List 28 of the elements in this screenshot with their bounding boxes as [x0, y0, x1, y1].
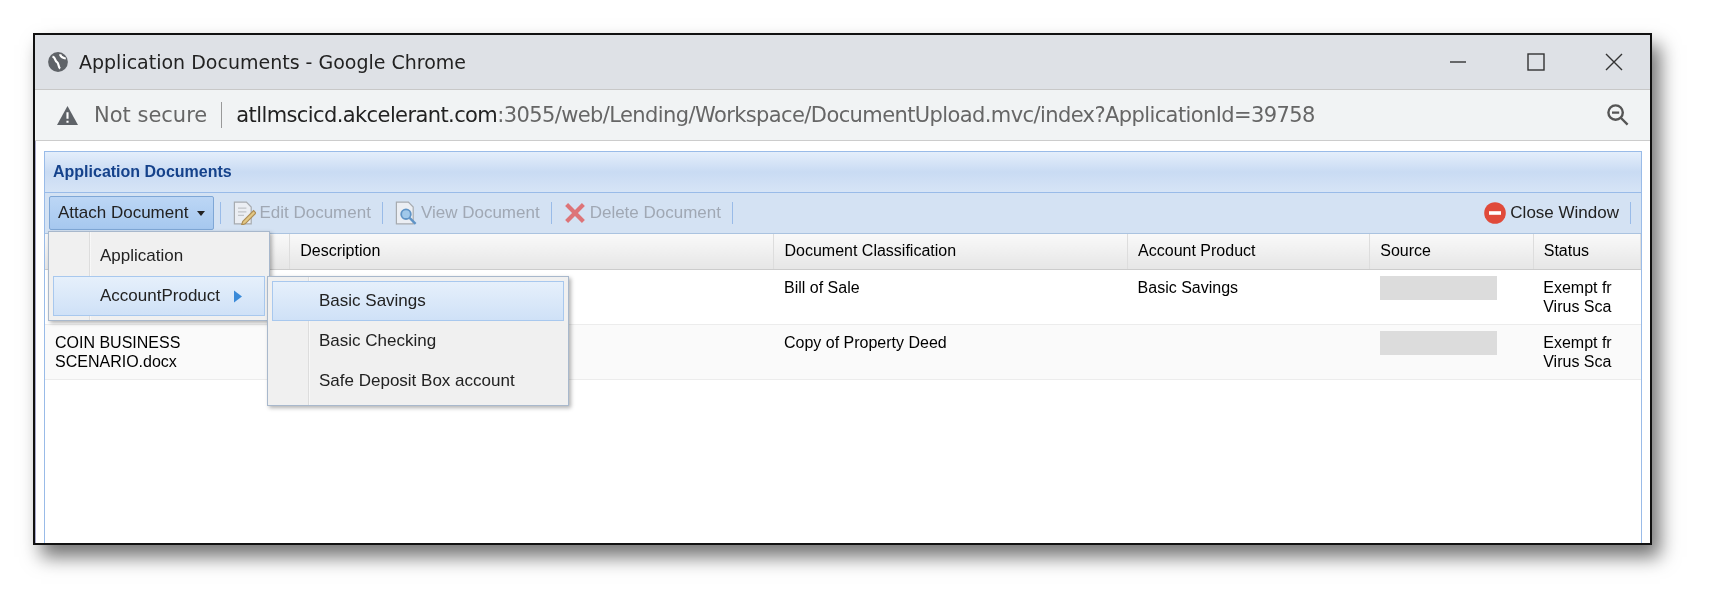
status-text: Exempt fr Virus Sca — [1543, 278, 1612, 315]
column-header[interactable]: Description — [300, 242, 381, 260]
warning-icon — [57, 105, 78, 125]
attach-document-button[interactable]: Attach Document — [49, 196, 215, 230]
security-label: Not secure — [94, 103, 208, 127]
table-cell: Copy of Property Deed — [784, 333, 947, 351]
table-cell: Bill of Sale — [784, 278, 860, 296]
menu-item[interactable]: Basic Checking — [272, 321, 564, 361]
toolbar-button[interactable]: Close Window — [1478, 197, 1624, 229]
zoom-out-icon[interactable] — [1606, 103, 1630, 127]
no-entry-icon — [1483, 201, 1508, 225]
pencil-page-icon — [232, 201, 257, 225]
close-icon[interactable] — [1604, 52, 1624, 72]
menu-item[interactable]: AccountProduct — [53, 276, 265, 316]
magnifier-page-icon — [393, 201, 418, 225]
submenu-arrow-icon — [234, 289, 242, 303]
panel-title: Application Documents — [53, 163, 232, 181]
url-text[interactable]: atllmscicd.akcelerant.com:3055/web/Lending/Workspace/DocumentUpload.mvc/index?ApplicationId=39758 — [236, 103, 1315, 127]
globe-icon — [47, 51, 69, 73]
file-name: COIN BUSINESS SCENARIO.docx — [55, 333, 181, 370]
status-text: Exempt fr Virus Sca — [1543, 333, 1612, 370]
menu-item[interactable]: Application — [53, 236, 265, 276]
maximize-icon[interactable] — [1526, 52, 1546, 72]
window-title: Application Documents - Google Chrome — [79, 51, 467, 73]
column-header[interactable]: Source — [1380, 242, 1431, 260]
table-cell: Basic Savings — [1137, 278, 1239, 296]
menu-item[interactable]: Safe Deposit Box account — [272, 361, 564, 401]
menu-item[interactable]: Basic Savings — [272, 281, 564, 321]
